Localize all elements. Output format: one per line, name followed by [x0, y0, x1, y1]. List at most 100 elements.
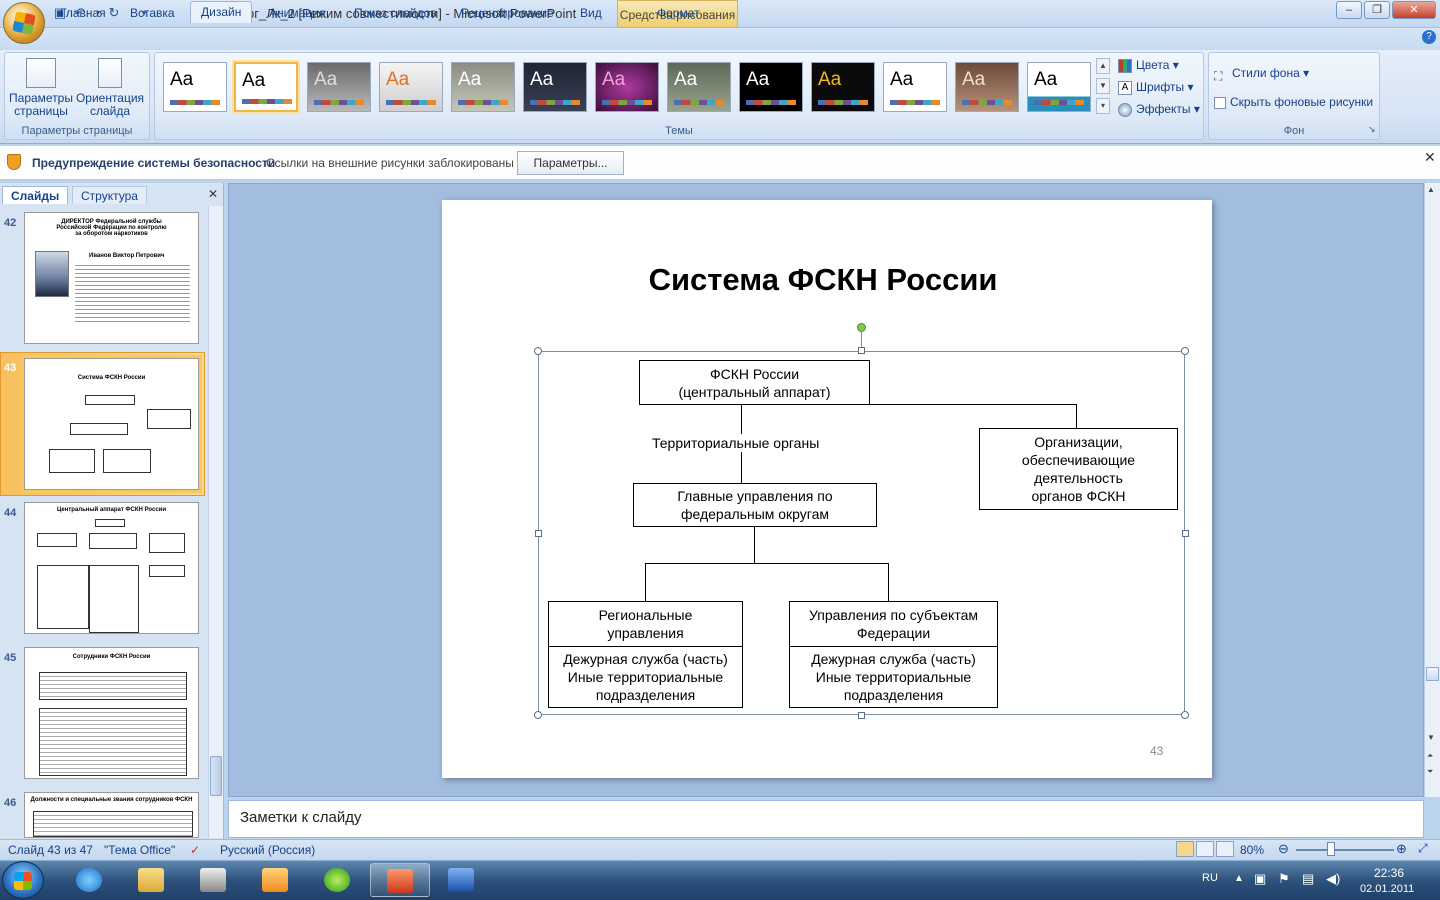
zoom-level[interactable]: 80%	[1240, 843, 1264, 857]
org-box-main-directorates[interactable]: Главные управления по федеральным округа…	[633, 483, 877, 527]
normal-view-icon[interactable]	[1176, 841, 1194, 857]
slide-thumbnail-44[interactable]: Центральный аппарат ФСКН России	[24, 502, 199, 634]
volume-icon[interactable]: ◀)	[1326, 871, 1340, 887]
zoom-slider-track[interactable]	[1296, 849, 1394, 851]
theme-gray[interactable]: Aa	[307, 62, 371, 112]
close-icon[interactable]: ✕	[1392, 1, 1436, 19]
page-setup-button[interactable]: Параметры страницы	[6, 58, 76, 118]
fit-to-window-icon[interactable]: ⤢	[1418, 841, 1428, 856]
close-icon[interactable]: ✕	[1424, 150, 1438, 164]
close-pane-icon[interactable]: ✕	[208, 187, 218, 201]
start-button[interactable]	[2, 861, 44, 899]
scroll-up-icon[interactable]: ▲	[1427, 185, 1435, 194]
taskbar-media-player[interactable]	[246, 863, 306, 897]
office-button[interactable]	[3, 2, 45, 44]
theme-effects-button[interactable]: Эффекты ▾	[1118, 100, 1200, 118]
language-indicator[interactable]: Русский (Россия)	[220, 843, 315, 857]
org-box-regional-duty-service[interactable]: Дежурная служба (часть) Иные территориал…	[548, 646, 743, 708]
tab-outline[interactable]: Структура	[72, 186, 147, 204]
show-hidden-icons-icon[interactable]: ▲	[1234, 873, 1244, 884]
resize-handle[interactable]	[535, 530, 542, 537]
resize-handle[interactable]	[1181, 711, 1189, 719]
themes-more-icon[interactable]: ▾	[1096, 98, 1110, 114]
resize-handle[interactable]	[534, 711, 542, 719]
theme-teal[interactable]: Aa	[1027, 62, 1091, 112]
resize-handle[interactable]	[858, 712, 865, 719]
theme-white-box[interactable]: Aa	[883, 62, 947, 112]
network-icon[interactable]: ▤	[1302, 871, 1314, 887]
org-box-regional-directorates[interactable]: Региональные управления	[548, 601, 743, 647]
hide-background-checkbox[interactable]: Скрыть фоновые рисунки	[1214, 93, 1373, 111]
taskbar-icq[interactable]	[308, 863, 368, 897]
dialog-launcher-icon[interactable]: ↘	[1368, 124, 1376, 135]
input-language[interactable]: RU	[1202, 872, 1218, 884]
theme-fonts-button[interactable]: A Шрифты ▾	[1118, 78, 1193, 96]
resize-handle[interactable]	[858, 347, 865, 354]
org-box-fskn-central[interactable]: ФСКН России (центральный аппарат)	[639, 360, 870, 405]
taskbar-powerpoint[interactable]	[370, 863, 430, 897]
tab-design[interactable]: Дизайн	[190, 1, 253, 23]
taskbar-word[interactable]	[432, 863, 492, 897]
taskbar-media-center[interactable]	[184, 863, 244, 897]
previous-slide-icon[interactable]: ⏶	[1427, 751, 1433, 761]
restore-icon[interactable]: ❐	[1364, 1, 1390, 19]
next-slide-icon[interactable]: ⏷	[1427, 767, 1433, 777]
theme-colors-button[interactable]: Цвета ▾	[1118, 56, 1179, 74]
theme-brown[interactable]: Aa	[955, 62, 1019, 112]
tab-animation[interactable]: Анимация	[269, 4, 325, 22]
security-options-button[interactable]: Параметры...	[517, 151, 624, 175]
slide-thumbnail-43[interactable]: Система ФСКН России	[24, 358, 199, 490]
themes-scroll-up-icon[interactable]: ▲	[1096, 58, 1110, 74]
tab-view[interactable]: Вид	[580, 4, 602, 22]
zoom-out-icon[interactable]: ⊖	[1278, 841, 1289, 857]
tab-home[interactable]: Главная	[60, 4, 106, 22]
slide-orientation-button[interactable]: Ориентация слайда	[74, 58, 146, 118]
background-styles-button[interactable]: ⛶ Стили фона ▾	[1214, 64, 1309, 83]
theme-orange[interactable]: Aa	[379, 62, 443, 112]
org-box-support-organizations[interactable]: Организации, обеспечивающие деятельность…	[979, 428, 1178, 510]
slideshow-view-icon[interactable]	[1216, 841, 1234, 857]
org-box-subject-duty-service[interactable]: Дежурная служба (часть) Иные территориал…	[789, 646, 998, 708]
slide-sorter-icon[interactable]	[1196, 841, 1214, 857]
theme-black-gold[interactable]: Aa	[811, 62, 875, 112]
notes-pane[interactable]: Заметки к слайду	[228, 800, 1424, 838]
slides-pane-scrollbar[interactable]	[208, 206, 223, 838]
redo-icon[interactable]: ↻	[106, 5, 122, 21]
slide-thumbnail-45[interactable]: Сотрудники ФСКН России	[24, 647, 199, 779]
theme-name[interactable]: "Тема Office"	[104, 843, 175, 857]
resize-handle[interactable]	[1181, 347, 1189, 355]
zoom-slider-thumb[interactable]	[1327, 842, 1335, 856]
theme-green-gray[interactable]: Aa	[667, 62, 731, 112]
scroll-down-icon[interactable]: ▼	[1427, 733, 1435, 742]
minimize-icon[interactable]: –	[1336, 1, 1362, 19]
theme-dark-slate[interactable]: Aa	[523, 62, 587, 112]
zoom-in-icon[interactable]: ⊕	[1396, 841, 1407, 857]
tab-slideshow[interactable]: Показ слайдов	[354, 4, 437, 22]
theme-purple[interactable]: Aa	[595, 62, 659, 112]
theme-office[interactable]: Aa	[163, 62, 227, 112]
slide-title[interactable]: Система ФСКН России	[0, 262, 1440, 298]
resize-handle[interactable]	[1182, 530, 1189, 537]
org-box-subject-directorates[interactable]: Управления по субъектам Федерации	[789, 601, 998, 647]
help-icon[interactable]: ?	[1422, 30, 1436, 44]
tab-format[interactable]: Формат	[657, 4, 700, 22]
tab-slides[interactable]: Слайды	[2, 186, 69, 204]
clock-time[interactable]: 22:36	[1374, 866, 1404, 880]
resize-handle[interactable]	[534, 347, 542, 355]
theme-black[interactable]: Aa	[739, 62, 803, 112]
spellcheck-icon[interactable]: ✓	[190, 843, 200, 857]
action-center-flag-icon[interactable]: ⚑	[1278, 871, 1290, 887]
theme-olive[interactable]: Aa	[451, 62, 515, 112]
tab-review[interactable]: Рецензирование	[461, 4, 554, 22]
territorial-bodies-label[interactable]: Территориальные органы	[652, 434, 832, 452]
slide-thumbnail-46[interactable]: Должности и специальные звания сотрудник…	[24, 792, 199, 838]
tray-app-icon[interactable]: ▣	[1254, 871, 1266, 887]
taskbar-explorer[interactable]	[122, 863, 182, 897]
ribbon-tab-strip	[0, 28, 1440, 50]
clock-date[interactable]: 02.01.2011	[1360, 883, 1414, 895]
themes-scroll-down-icon[interactable]: ▼	[1096, 78, 1110, 94]
taskbar-ie[interactable]	[60, 863, 120, 897]
slide-area-scrollbar[interactable]: ▲ ▼ ⏶ ⏷	[1424, 183, 1440, 797]
tab-insert[interactable]: Вставка	[130, 4, 175, 22]
theme-current-selected[interactable]: Aa	[234, 62, 298, 112]
